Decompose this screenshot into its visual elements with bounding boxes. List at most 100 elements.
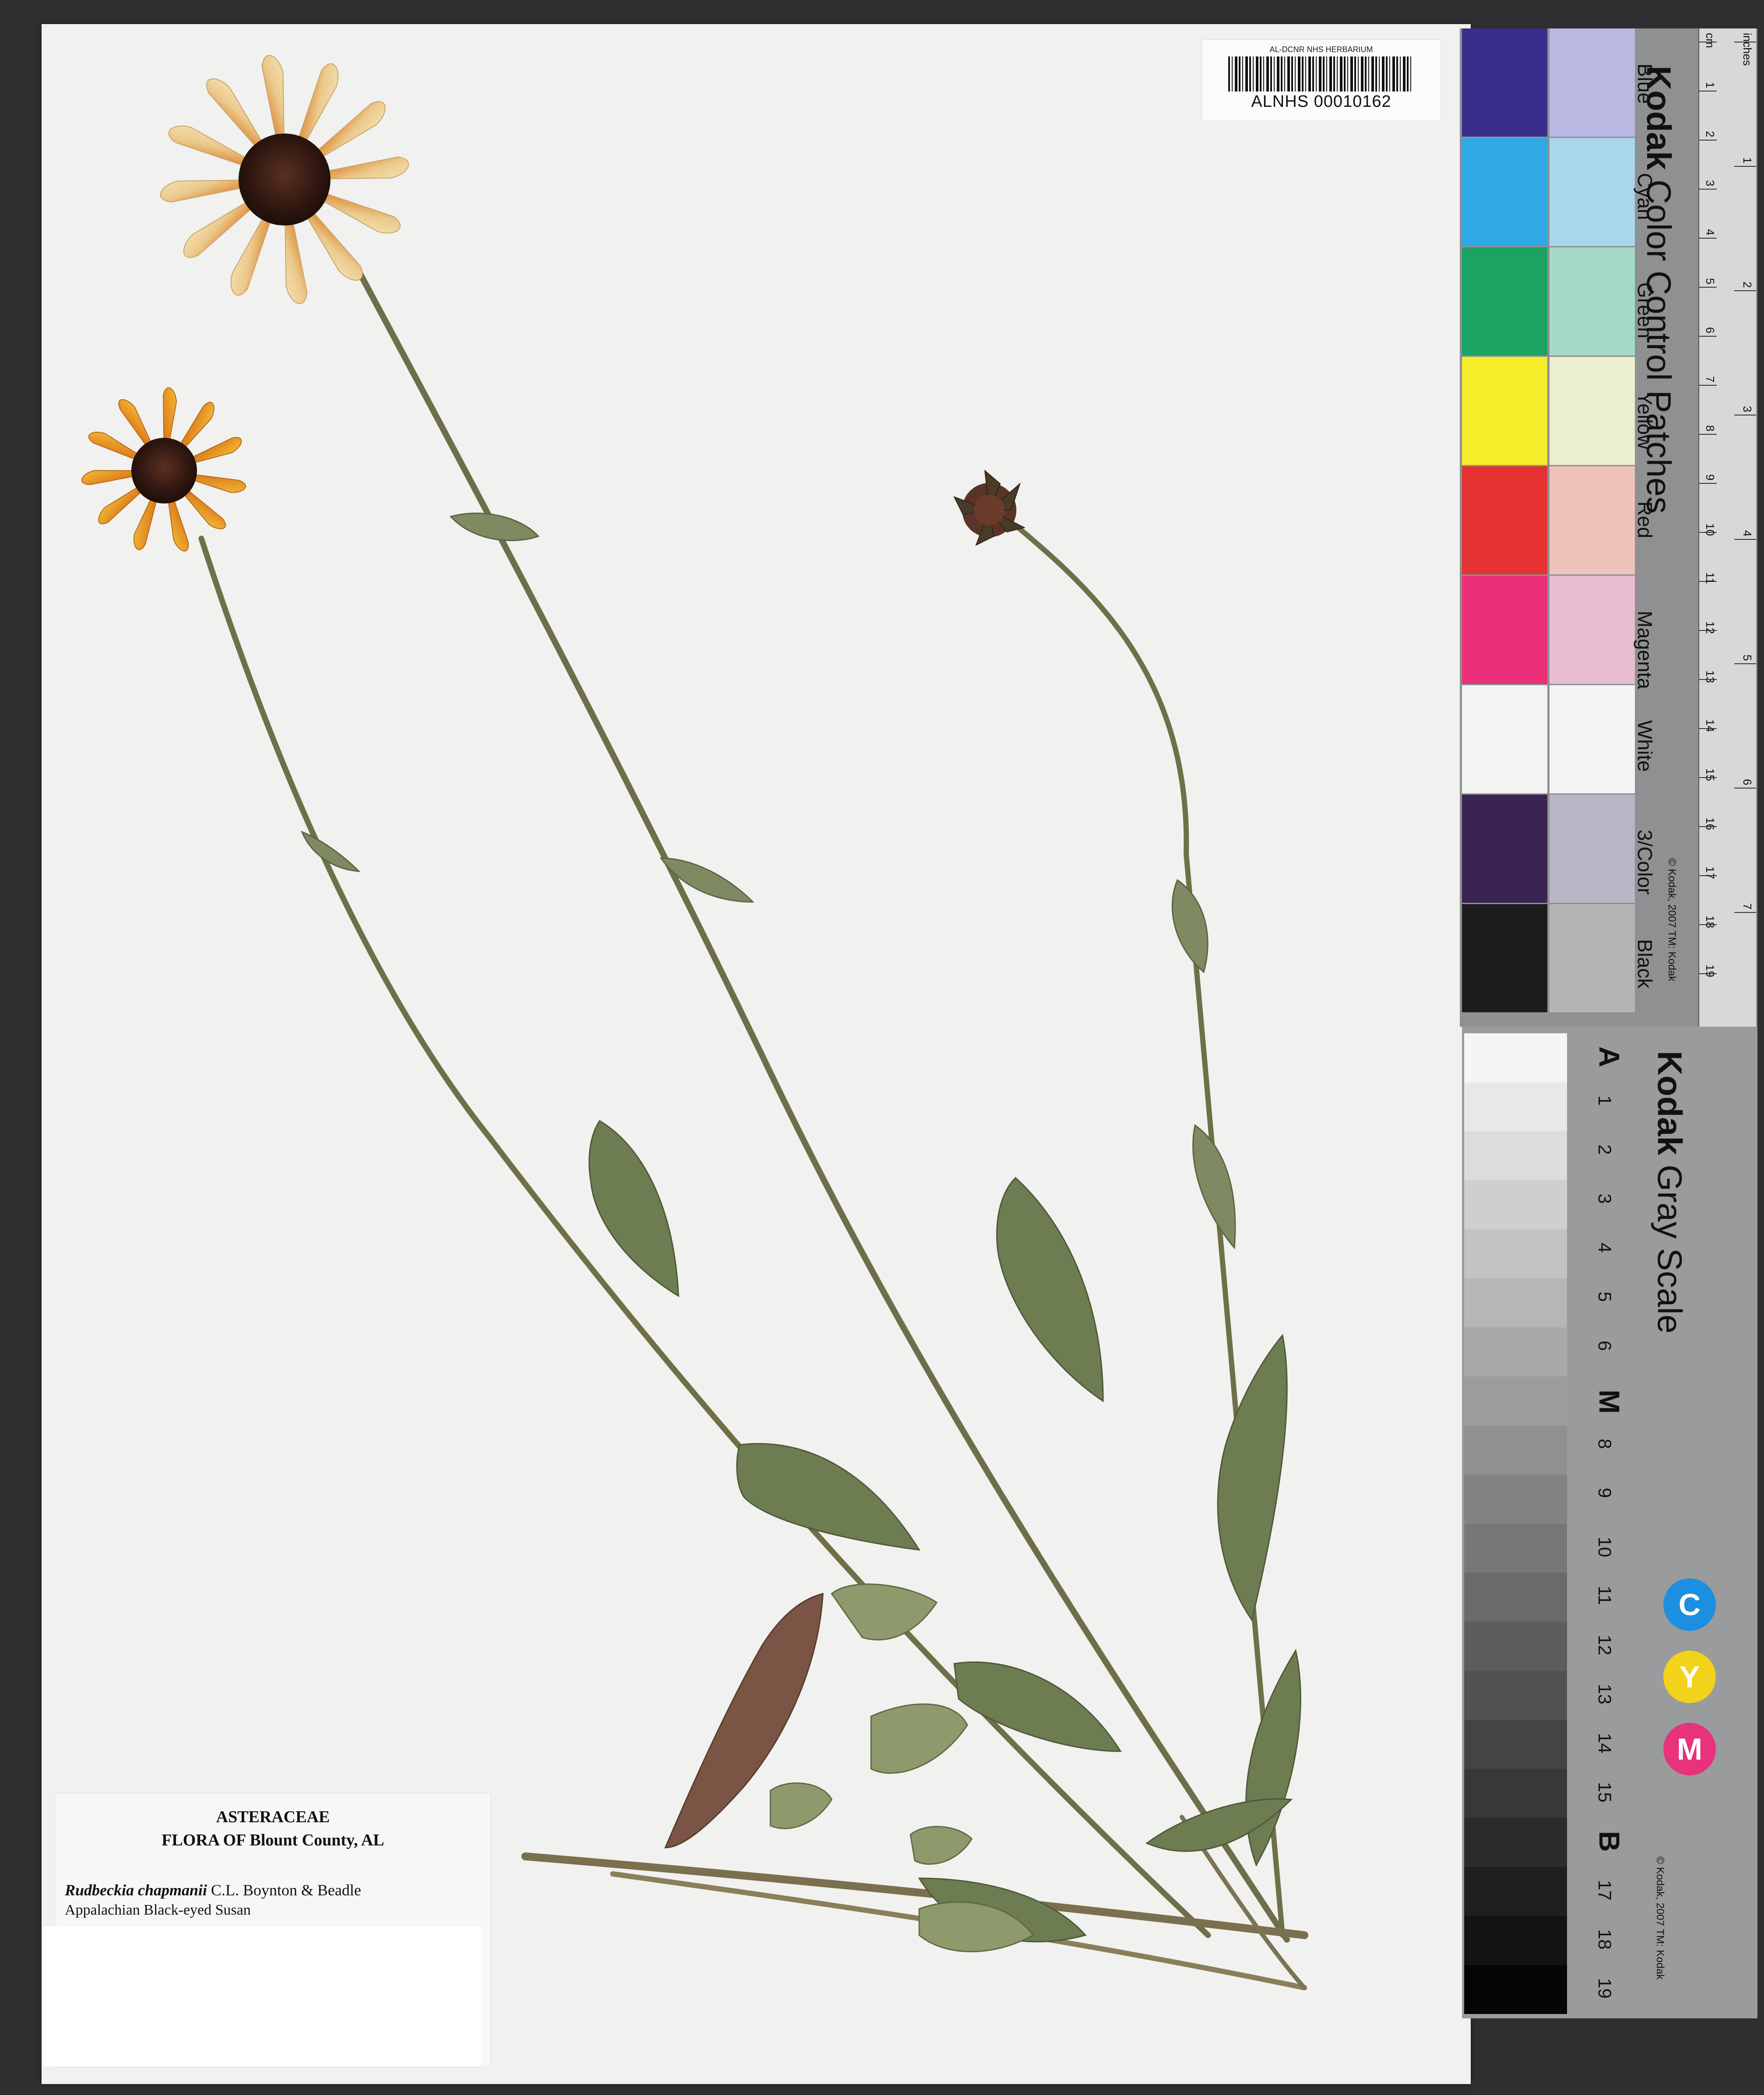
leaf [996, 1176, 1104, 1402]
barcode-institution: AL-DCNR NHS HERBARIUM [1269, 45, 1373, 54]
ruler-cm-label: 16 [1704, 817, 1717, 830]
ruler-cm-label: 2 [1704, 131, 1717, 137]
color-patch [1550, 247, 1635, 356]
color-patch [1462, 466, 1547, 574]
flora-title: FLORA OF Blount County, AL [162, 1831, 384, 1849]
leaf [770, 1782, 833, 1829]
color-card-heading: Color Control Patches [1640, 180, 1678, 514]
gray-step-label: 2 [1595, 1144, 1615, 1155]
ruler-tick [1699, 385, 1717, 386]
ruler-cm-label: cm [1704, 33, 1717, 48]
gray-step [1464, 1867, 1567, 1916]
common-name: Appalachian Black-eyed Susan [65, 1902, 251, 1918]
gray-step [1464, 1082, 1567, 1131]
color-patch [1550, 28, 1635, 137]
flowerhead-bud [953, 469, 1026, 546]
color-patch [1550, 466, 1635, 574]
ruler-cm-label: 3 [1704, 180, 1717, 187]
gray-step-label: B [1593, 1831, 1626, 1852]
gray-step-label: 18 [1595, 1929, 1615, 1950]
ruler-tick [1734, 290, 1756, 291]
color-patch [1462, 685, 1547, 793]
ruler-cm-label: 1 [1704, 82, 1717, 88]
ruler-tick [1699, 336, 1717, 337]
color-patch [1550, 357, 1635, 465]
leaf [953, 1661, 1122, 1752]
gray-step [1464, 1818, 1567, 1867]
gray-step-label: 6 [1595, 1341, 1615, 1351]
gray-step-label: 17 [1595, 1880, 1615, 1901]
gray-step-label: 11 [1595, 1586, 1615, 1605]
gray-step [1464, 1033, 1567, 1082]
ruler-inch-label: 1 [1741, 157, 1754, 164]
gray-step-label: 13 [1595, 1684, 1615, 1704]
authority: C.L. Boynton & Beadle [211, 1881, 361, 1899]
ruler-inch-label: inches [1741, 33, 1754, 66]
ruler-inch-label: 6 [1741, 779, 1754, 785]
gray-step-label: 8 [1595, 1439, 1615, 1449]
gray-card-brand: Kodak [1651, 1051, 1689, 1155]
leaf [830, 1583, 938, 1641]
color-patch-name: Yellow [1634, 392, 1656, 450]
ruler-cm-label: 10 [1704, 523, 1717, 536]
leaf [1217, 1334, 1288, 1622]
gray-step [1464, 1622, 1567, 1671]
cmy-dot: M [1663, 1723, 1716, 1775]
leaf [870, 1703, 968, 1774]
gray-step-label: 3 [1595, 1194, 1615, 1204]
family-name: ASTERACEAE [216, 1808, 330, 1826]
color-patch [1462, 28, 1547, 137]
gray-step [1464, 1131, 1567, 1180]
gray-card-title: Kodak Gray Scale [1650, 1051, 1690, 1334]
flowerhead-left [81, 387, 246, 552]
ruler-tick [1734, 912, 1756, 913]
ruler-cm-label: 19 [1704, 965, 1717, 977]
gray-step [1464, 1720, 1567, 1769]
barcode-bars [1228, 56, 1412, 92]
gray-step [1464, 1426, 1567, 1475]
color-patch [1462, 904, 1547, 1012]
ruler-cm-label: 14 [1704, 719, 1717, 732]
ruler-cm-label: 8 [1704, 425, 1717, 432]
ruler-inch-label: 4 [1741, 530, 1754, 537]
color-patch [1550, 138, 1635, 246]
gray-step-label: 1 [1595, 1095, 1615, 1106]
color-card-copyright: © Kodak, 2007 TM: Kodak [1666, 858, 1678, 982]
color-patch [1462, 795, 1547, 903]
ruler-inch-label: 3 [1741, 406, 1754, 412]
cmy-dot: Y [1663, 1651, 1716, 1703]
gray-step [1464, 1475, 1567, 1524]
gray-step [1464, 1965, 1567, 2014]
ruler: cm 1 2 3 4 5 6 7 8 9 10 11 12 13 14 15 16 17 18 19 inches 1 2 3… [1698, 28, 1756, 1037]
ruler-inch-label: 2 [1741, 282, 1754, 288]
color-patch [1550, 904, 1635, 1012]
gray-step-label: 19 [1595, 1978, 1615, 1999]
barcode-label: AL-DCNR NHS HERBARIUM ALNHS 00010162 [1202, 39, 1441, 121]
cmy-dot: C [1663, 1578, 1716, 1631]
ruler-cm-label: 7 [1704, 376, 1717, 383]
color-patch [1550, 795, 1635, 903]
color-patch [1462, 138, 1547, 246]
ruler-cm-label: 15 [1704, 768, 1717, 781]
gray-step [1464, 1524, 1567, 1573]
gray-step-label: 10 [1595, 1537, 1615, 1557]
color-patch-name: Green [1634, 282, 1656, 338]
ruler-cm-label: 11 [1704, 572, 1717, 584]
ruler-cm-label: 5 [1704, 278, 1717, 285]
ruler-tick [1734, 539, 1756, 540]
leaf [910, 1826, 973, 1865]
ruler-inch-label: 5 [1741, 655, 1754, 661]
ruler-cm-label: 17 [1704, 866, 1717, 879]
gray-step-label: 14 [1595, 1733, 1615, 1753]
leaf [450, 512, 540, 542]
scientific-name: Rudbeckia chapmanii [65, 1881, 207, 1899]
color-patch-name: Cyan [1634, 173, 1656, 220]
color-patch [1550, 576, 1635, 684]
ruler-tick [1734, 788, 1756, 789]
gray-step-label: 9 [1595, 1488, 1615, 1498]
gray-step [1464, 1229, 1567, 1278]
ruler-tick [1699, 140, 1717, 141]
ruler-cm-label: 18 [1704, 915, 1717, 928]
ruler-tick [1734, 663, 1756, 664]
ruler-cm-label: 6 [1704, 327, 1717, 334]
